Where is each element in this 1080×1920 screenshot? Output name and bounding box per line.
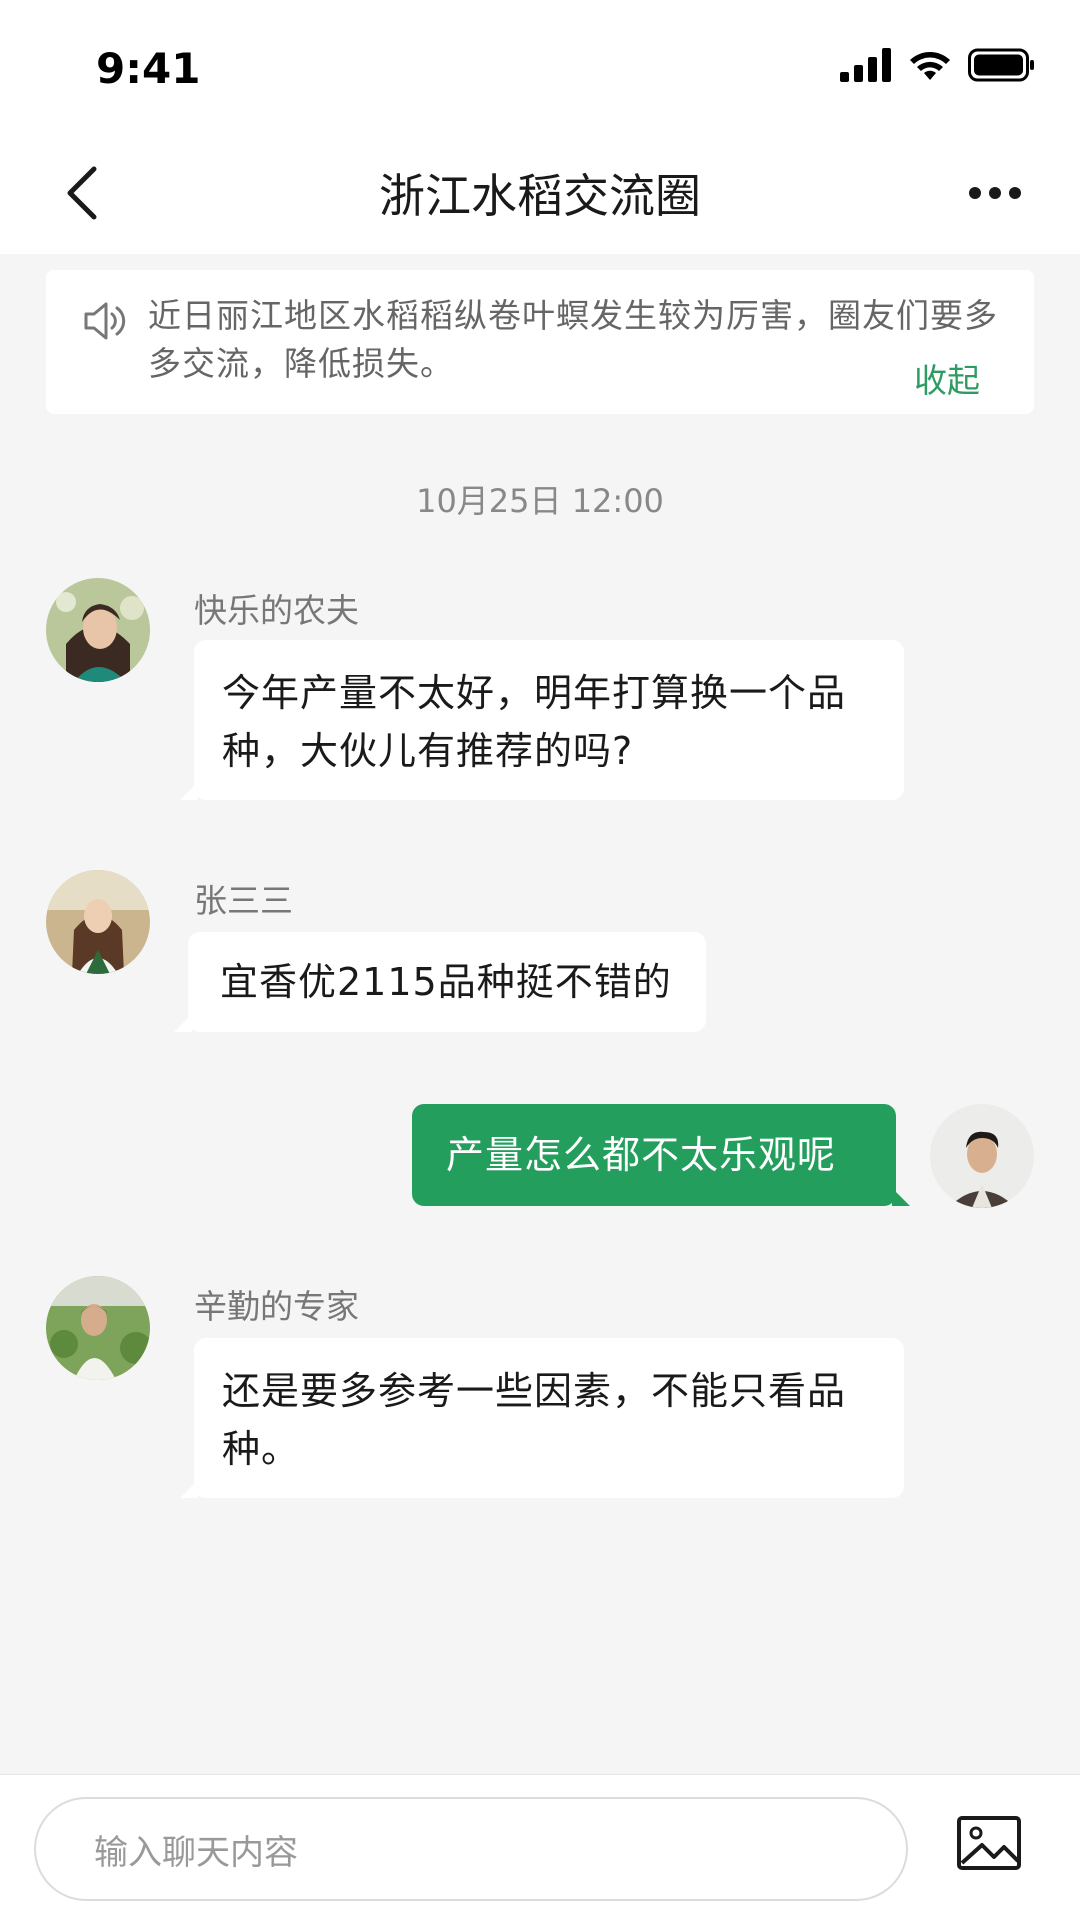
sender-name: 张三三: [194, 881, 293, 920]
speaker-icon: [84, 302, 126, 340]
message-bubble[interactable]: 今年产量不太好，明年打算换一个品种，大伙儿有推荐的吗?: [180, 640, 904, 800]
chat-timestamp: 10月25日 12:00: [416, 482, 664, 520]
sender-name: 快乐的农夫: [194, 591, 359, 630]
wifi-icon: [910, 52, 950, 80]
nav-bar: 浙江水稻交流圈: [0, 130, 1080, 254]
status-bar: 9:41: [0, 0, 1080, 130]
avatar-image: [46, 1276, 150, 1380]
message-bubble[interactable]: 宜香优2115品种挺不错的: [174, 932, 706, 1032]
chat-input[interactable]: 输入聊天内容: [34, 1797, 908, 1901]
signal-icon: [840, 48, 891, 82]
image-icon[interactable]: [956, 1815, 1022, 1871]
battery-icon: [968, 48, 1034, 82]
avatar[interactable]: [46, 578, 150, 682]
message-bubble[interactable]: 还是要多参考一些因素，不能只看品种。: [180, 1338, 904, 1498]
message-bubble-self[interactable]: 产量怎么都不太乐观呢: [412, 1104, 910, 1206]
status-icons: [840, 48, 1036, 82]
sender-name: 辛勤的专家: [194, 1287, 359, 1326]
notice-collapse-link[interactable]: 收起: [914, 354, 980, 402]
avatar[interactable]: [46, 1276, 150, 1380]
avatar-self[interactable]: [930, 1104, 1034, 1208]
more-button[interactable]: [962, 160, 1028, 226]
avatar-image: [46, 870, 150, 974]
page-title: 浙江水稻交流圈: [379, 169, 701, 223]
notice-text: 近日丽江地区水稻稻纵卷叶螟发生较为厉害，圈友们要多多交流，降低损失。: [148, 296, 998, 383]
status-time: 9:41: [96, 44, 201, 93]
input-bar: 输入聊天内容: [0, 1774, 1080, 1920]
avatar-image: [46, 578, 150, 682]
more-dots-icon: [969, 187, 1021, 199]
avatar-image: [930, 1104, 1034, 1208]
notice-banner: 近日丽江地区水稻稻纵卷叶螟发生较为厉害，圈友们要多多交流，降低损失。 收起: [46, 270, 1034, 414]
avatar[interactable]: [46, 870, 150, 974]
